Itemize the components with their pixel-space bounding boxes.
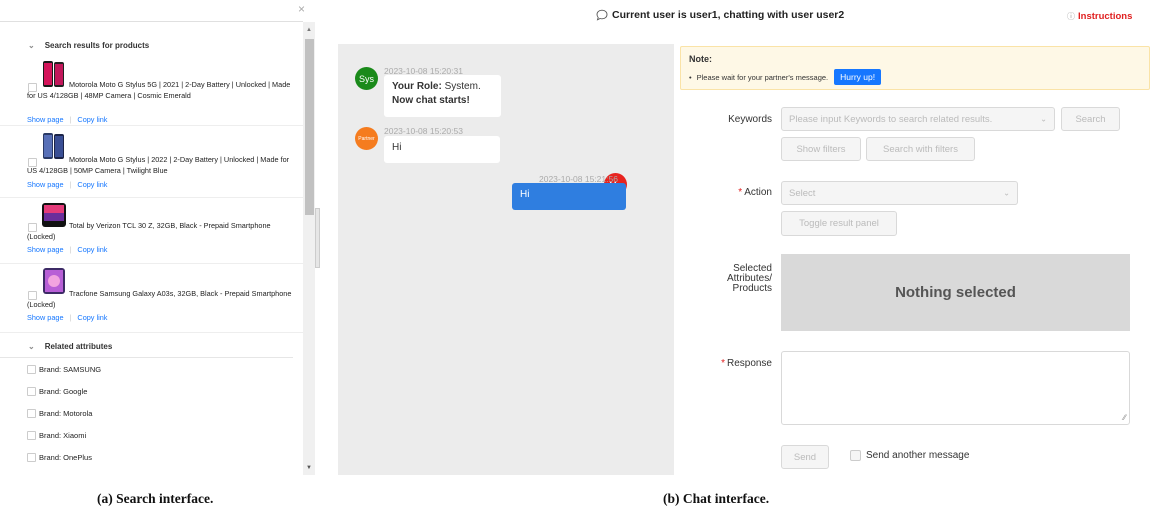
attribute-label: Brand: Motorola (39, 408, 93, 418)
avatar: Sys (355, 67, 378, 90)
info-icon: ⓘ (1067, 12, 1075, 21)
instructions-link[interactable]: ⓘ Instructions (1067, 11, 1132, 22)
page-title: Current user is user1, chatting with use… (596, 9, 844, 21)
chevron-down-icon: ⌄ (1040, 114, 1047, 124)
product-item: Tracfone Samsung Galaxy A03s, 32GB, Blac… (0, 264, 303, 333)
response-label: * Response (721, 358, 772, 369)
copy-link[interactable]: Copy link (77, 180, 107, 189)
products-section-header[interactable]: ⌄ Search results for products (0, 34, 303, 56)
response-textarea[interactable]: ∕∕ (781, 351, 1130, 425)
attributes-section-header[interactable]: ⌄ Related attributes (0, 335, 303, 357)
products-section-title: Search results for products (44, 40, 150, 50)
attribute-item[interactable]: Brand: Motorola (0, 402, 303, 424)
show-filters-button[interactable]: Show filters (781, 137, 861, 161)
nothing-selected-text: Nothing selected (895, 284, 1016, 301)
search-button[interactable]: Search (1061, 107, 1120, 131)
message-bubble-mine: Hi (512, 183, 626, 210)
attribute-checkbox[interactable] (27, 453, 36, 463)
scrollbar-thumb[interactable] (305, 39, 314, 215)
copy-link[interactable]: Copy link (77, 115, 107, 124)
checkbox[interactable] (850, 450, 861, 461)
attribute-item[interactable]: Brand: Xiaomi (0, 425, 303, 447)
action-select[interactable]: Select ⌄ (781, 181, 1018, 205)
product-item: Motorola Moto G Stylus 5G | 2021 | 2-Day… (0, 56, 303, 126)
product-title[interactable]: Motorola Moto G Stylus | 2022 | 2-Day Ba… (27, 155, 297, 176)
caption-search-interface: (a) Search interface. (97, 491, 214, 506)
avatar: Partner (355, 127, 378, 150)
message-bubble: Hi (384, 136, 500, 163)
note-banner: Note: • Please wait for your partner's m… (680, 46, 1150, 90)
panel-resize-handle[interactable] (315, 208, 320, 268)
show-page-link[interactable]: Show page (27, 245, 64, 254)
send-button[interactable]: Send (781, 445, 829, 469)
send-another-label: Send another message (866, 450, 970, 461)
attribute-checkbox[interactable] (27, 386, 36, 396)
show-page-link[interactable]: Show page (27, 313, 64, 322)
copy-link[interactable]: Copy link (77, 245, 107, 254)
keywords-input[interactable]: Please input Keywords to search related … (781, 107, 1055, 131)
note-text: Please wait for your partner's message. (696, 72, 829, 82)
product-item: Motorola Moto G Stylus | 2022 | 2-Day Ba… (0, 126, 303, 198)
product-item: Total by Verizon TCL 30 Z, 32GB, Black -… (0, 198, 303, 264)
toggle-result-panel-button[interactable]: Toggle result panel (781, 211, 897, 236)
chevron-down-icon: ⌄ (28, 40, 35, 50)
attributes-section-title: Related attributes (44, 341, 113, 351)
chat-messages-panel: Sys 2023-10-08 15:20:31 Your Role: Syste… (338, 44, 674, 475)
message-bubble: Your Role: System. Now chat starts! (384, 75, 501, 117)
chat-bubble-icon (596, 9, 608, 21)
action-label: * Action (738, 187, 772, 198)
selected-items-box: Nothing selected (781, 254, 1130, 331)
product-title[interactable]: Total by Verizon TCL 30 Z, 32GB, Black -… (27, 221, 297, 242)
product-title[interactable]: Tracfone Samsung Galaxy A03s, 32GB, Blac… (27, 289, 297, 310)
note-title: Note: (689, 54, 712, 64)
send-another-checkbox[interactable]: Send another message (850, 450, 969, 461)
caption-chat-interface: (b) Chat interface. (663, 491, 770, 506)
results-scroll-area: ⌄ Search results for products Motorola M… (0, 22, 303, 475)
attribute-item[interactable]: Brand: SAMSUNG (0, 358, 303, 380)
chevron-down-icon: ⌄ (1003, 188, 1010, 198)
keywords-placeholder: Please input Keywords to search related … (789, 113, 993, 125)
scroll-down-icon[interactable]: ▼ (306, 465, 312, 471)
product-links: Show page | Copy link (27, 245, 108, 254)
chat-header: Current user is user1, chatting with use… (315, 0, 1150, 32)
page-title-text: Current user is user1, chatting with use… (612, 9, 845, 21)
close-icon[interactable]: × (298, 3, 305, 15)
hurry-up-button[interactable]: Hurry up! (834, 69, 882, 85)
scroll-up-icon[interactable]: ▲ (306, 27, 312, 33)
attribute-item[interactable]: Brand: OnePlus (0, 447, 303, 469)
action-placeholder: Select (789, 187, 816, 199)
search-with-filters-button[interactable]: Search with filters (866, 137, 975, 161)
attribute-label: Brand: Google (39, 386, 88, 396)
instructions-label: Instructions (1078, 11, 1133, 22)
note-body: • Please wait for your partner's message… (689, 69, 882, 85)
chevron-down-icon: ⌄ (28, 341, 35, 351)
bullet-icon: • (689, 72, 692, 82)
attribute-item[interactable]: Brand: Google (0, 380, 303, 402)
resize-grip-icon[interactable]: ∕∕ (1123, 413, 1126, 422)
show-page-link[interactable]: Show page (27, 115, 64, 124)
product-links: Show page | Copy link (27, 115, 108, 124)
show-page-link[interactable]: Show page (27, 180, 64, 189)
attribute-checkbox[interactable] (27, 431, 36, 441)
attribute-label: Brand: Xiaomi (39, 431, 87, 441)
attribute-checkbox[interactable] (27, 364, 36, 374)
selected-label: Selected Attributes/Products (726, 263, 772, 294)
message-timestamp: 2023-10-08 15:20:53 (384, 126, 463, 136)
product-links: Show page | Copy link (27, 313, 108, 322)
attribute-checkbox[interactable] (27, 408, 36, 418)
search-results-panel: × ⌄ Search results for products Motorola… (0, 0, 315, 475)
attribute-label: Brand: OnePlus (39, 453, 92, 463)
keywords-label: Keywords (728, 114, 772, 125)
product-title[interactable]: Motorola Moto G Stylus 5G | 2021 | 2-Day… (27, 80, 297, 101)
copy-link[interactable]: Copy link (77, 313, 107, 322)
product-links: Show page | Copy link (27, 180, 108, 189)
attribute-label: Brand: SAMSUNG (39, 364, 102, 374)
